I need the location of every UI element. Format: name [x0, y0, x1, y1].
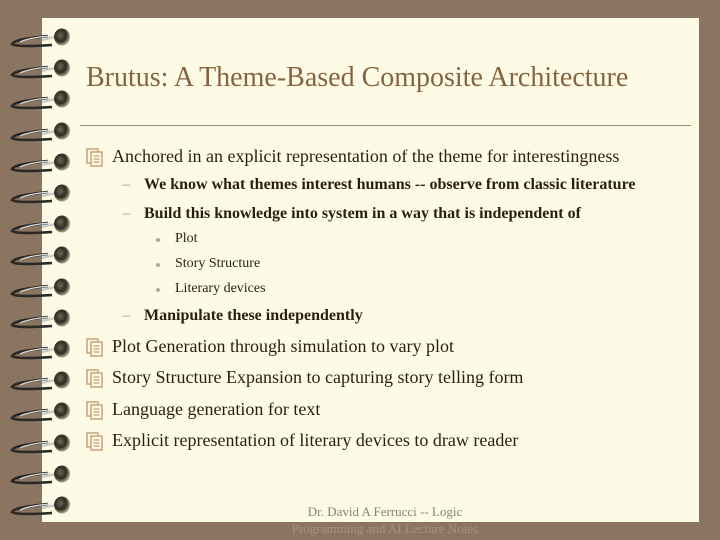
spiral-ring-icon: [10, 434, 70, 453]
bullet-text: Anchored in an explicit representation o…: [112, 146, 620, 166]
spiral-ring-icon: [10, 402, 70, 422]
sub-bullet-text: We know what themes interest humans -- o…: [144, 176, 636, 193]
spiral-ring-icon: [10, 59, 70, 79]
slide-footer: Dr. David A Ferrucci -- Logic Programmin…: [260, 503, 510, 537]
dash-bullet: –: [122, 176, 130, 193]
dot-bullet: [156, 288, 160, 292]
slide-title: Brutus: A Theme-Based Composite Architec…: [86, 62, 629, 93]
document-icon: [86, 369, 103, 388]
bullet-text: Explicit representation of literary devi…: [112, 430, 519, 450]
spiral-ring-icon: [10, 28, 70, 48]
footer-line-1: Dr. David A Ferrucci -- Logic: [307, 504, 463, 519]
spiral-ring-icon: [10, 246, 70, 266]
bullet-text: Language generation for text: [112, 399, 321, 419]
dot-bullet: [156, 263, 160, 267]
document-icon: [86, 338, 103, 357]
footer-line-2: Programming and AI Lecture Notes: [291, 521, 479, 536]
bullet-text: Story Structure Expansion to capturing s…: [112, 367, 524, 387]
dash-bullet: –: [122, 307, 130, 324]
spiral-ring-icon: [10, 465, 70, 485]
document-icon: [86, 401, 103, 420]
spiral-ring-icon: [10, 278, 70, 297]
document-icon: [86, 148, 103, 167]
spiral-ring-icon: [10, 496, 70, 516]
sub-sub-bullet-text: Literary devices: [175, 281, 266, 296]
spiral-ring-icon: [10, 184, 70, 204]
dot-bullet: [156, 238, 160, 242]
sub-bullet-text: Manipulate these independently: [144, 307, 363, 324]
spiral-ring-icon: [10, 90, 70, 110]
spiral-ring-icon: [10, 215, 70, 235]
dash-bullet: –: [122, 205, 130, 222]
bullet-text: Plot Generation through simulation to va…: [112, 336, 454, 356]
sub-sub-bullet-text: Story Structure: [175, 256, 261, 271]
sub-sub-bullet-text: Plot: [175, 231, 198, 246]
sub-bullet-text: Build this knowledge into system in a wa…: [144, 205, 581, 222]
document-icon: [86, 432, 103, 451]
title-divider: [80, 125, 691, 126]
spiral-ring-icon: [10, 371, 70, 391]
spiral-ring-icon: [10, 309, 70, 329]
spiral-ring-icon: [10, 340, 70, 360]
spiral-ring-icon: [10, 122, 70, 141]
spiral-ring-icon: [10, 153, 70, 173]
